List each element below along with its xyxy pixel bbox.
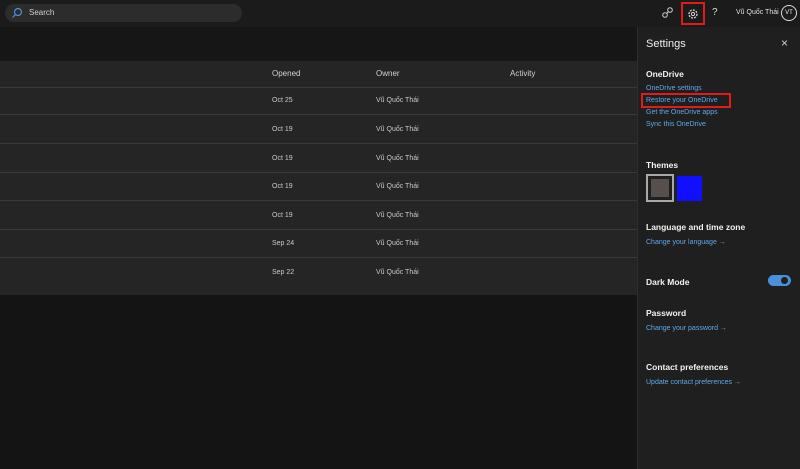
owner-cell: Vũ Quốc Thái	[376, 183, 419, 190]
table-row[interactable]: Oct 19 Vũ Quốc Thái	[0, 116, 637, 144]
table-row[interactable]: Oct 25 Vũ Quốc Thái	[0, 87, 637, 115]
user-name[interactable]: Vũ Quốc Thái	[736, 9, 779, 16]
get-apps-link[interactable]: Get the OneDrive apps	[646, 109, 718, 116]
column-owner[interactable]: Owner	[376, 69, 400, 78]
opened-cell: Oct 19	[272, 126, 293, 133]
close-icon[interactable]: ×	[781, 36, 788, 50]
table-row[interactable]: Oct 19 Vũ Quốc Thái	[0, 145, 637, 173]
contact-heading: Contact preferences	[646, 362, 729, 372]
opened-cell: Sep 22	[272, 269, 295, 276]
help-icon[interactable]: ?	[712, 7, 718, 18]
files-table: Opened Owner Activity Oct 25 Vũ Quốc Thá…	[0, 61, 637, 295]
owner-cell: Vũ Quốc Thái	[376, 212, 419, 219]
contact-preferences-link[interactable]: Update contact preferences →	[646, 379, 741, 386]
owner-cell: Vũ Quốc Thái	[376, 269, 419, 276]
opened-cell: Oct 19	[272, 155, 293, 162]
restore-onedrive-link[interactable]: Restore your OneDrive	[646, 97, 718, 104]
theme-swatch-selected[interactable]	[646, 174, 674, 202]
opened-cell: Sep 24	[272, 240, 295, 247]
search-placeholder: Search	[29, 8, 55, 17]
sync-onedrive-link[interactable]: Sync this OneDrive	[646, 121, 706, 128]
table-row[interactable]: Oct 19 Vũ Quốc Thái	[0, 173, 637, 201]
themes-heading: Themes	[646, 160, 679, 170]
table-row[interactable]: Oct 19 Vũ Quốc Thái	[0, 202, 637, 230]
table-header: Opened Owner Activity	[0, 61, 637, 88]
onedrive-heading: OneDrive	[646, 69, 684, 79]
command-bar	[0, 27, 637, 61]
onedrive-settings-link[interactable]: OneDrive settings	[646, 85, 702, 92]
table-row[interactable]: Sep 24 Vũ Quốc Thái	[0, 230, 637, 258]
dark-mode-label: Dark Mode	[646, 277, 690, 287]
column-opened[interactable]: Opened	[272, 69, 300, 78]
table-row[interactable]: Sep 22 Vũ Quốc Thái	[0, 259, 637, 287]
theme-swatch-blue[interactable]	[677, 176, 702, 201]
owner-cell: Vũ Quốc Thái	[376, 240, 419, 247]
password-heading: Password	[646, 308, 687, 318]
search-icon	[12, 7, 23, 18]
change-password-link[interactable]: Change your password →	[646, 325, 727, 332]
top-bar: Search ? Vũ Quốc Thái VT	[0, 0, 800, 27]
dark-mode-toggle[interactable]	[768, 275, 791, 286]
change-language-link[interactable]: Change your language →	[646, 239, 726, 246]
owner-cell: Vũ Quốc Thái	[376, 97, 419, 104]
opened-cell: Oct 25	[272, 97, 293, 104]
language-heading: Language and time zone	[646, 222, 746, 232]
avatar[interactable]: VT	[781, 5, 797, 21]
opened-cell: Oct 19	[272, 183, 293, 190]
owner-cell: Vũ Quốc Thái	[376, 155, 419, 162]
owner-cell: Vũ Quốc Thái	[376, 126, 419, 133]
share-icon[interactable]	[660, 5, 676, 21]
opened-cell: Oct 19	[272, 212, 293, 219]
column-activity[interactable]: Activity	[510, 69, 535, 78]
gear-icon	[688, 9, 698, 19]
settings-title: Settings	[646, 38, 686, 50]
settings-panel: Settings × OneDrive OneDrive settings Re…	[637, 27, 800, 469]
search-box[interactable]: Search	[5, 4, 242, 22]
settings-button[interactable]	[681, 2, 705, 25]
